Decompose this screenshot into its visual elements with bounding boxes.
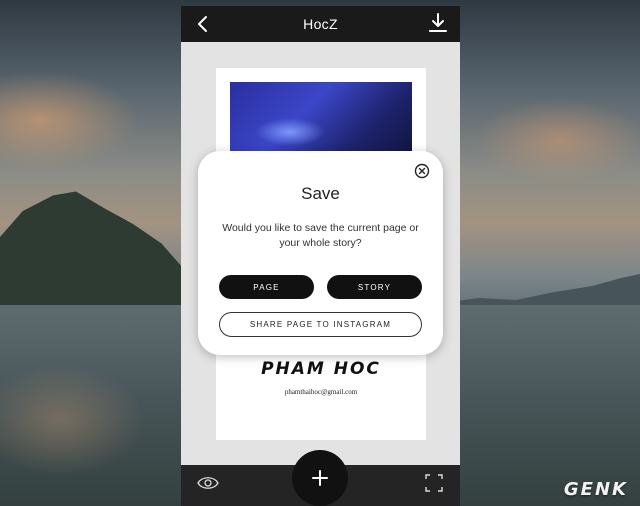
crop-icon[interactable]: [424, 473, 444, 493]
dialog-title: Save: [301, 184, 340, 203]
download-icon[interactable]: [428, 12, 448, 34]
sea-glow: [0, 330, 200, 500]
close-icon[interactable]: [414, 163, 430, 179]
watermark-logo: GENK: [563, 479, 628, 500]
save-dialog: Save Would you like to save the current …: [198, 151, 443, 355]
story-name: PHAM HOC: [261, 359, 381, 379]
add-button[interactable]: [292, 450, 348, 506]
dialog-message: Would you like to save the current page …: [222, 222, 419, 249]
save-page-button[interactable]: PAGE: [219, 275, 314, 299]
share-instagram-button[interactable]: SHARE PAGE TO INSTAGRAM: [219, 312, 422, 337]
story-photo: [230, 82, 412, 160]
save-story-button[interactable]: STORY: [327, 275, 422, 299]
story-email: phamthaihoc@gmail.com: [284, 388, 358, 396]
eye-icon[interactable]: [197, 475, 219, 491]
plus-icon: [312, 470, 328, 486]
app-title: HocZ: [303, 16, 338, 32]
top-bar: HocZ: [181, 6, 460, 42]
